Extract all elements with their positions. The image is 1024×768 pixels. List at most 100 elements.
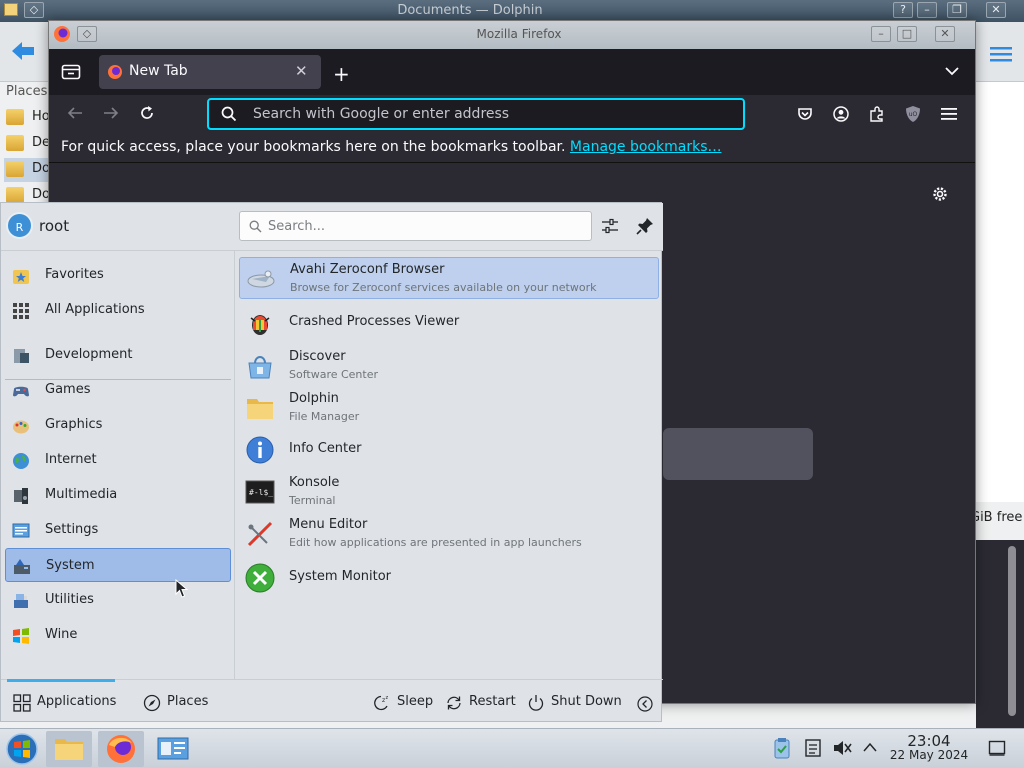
volume-muted-icon[interactable] bbox=[832, 738, 852, 758]
category-internet[interactable]: Internet bbox=[5, 443, 231, 477]
close-button[interactable]: ✕ bbox=[935, 26, 955, 42]
start-menu-button[interactable] bbox=[0, 731, 46, 767]
configure-sliders-icon[interactable] bbox=[601, 217, 619, 235]
folder-icon bbox=[245, 393, 275, 423]
search-placeholder: Search... bbox=[268, 219, 326, 234]
folder-icon bbox=[6, 161, 24, 177]
file-view[interactable] bbox=[976, 82, 1024, 502]
search-box-placeholder[interactable] bbox=[663, 428, 813, 480]
maximize-button[interactable]: □ bbox=[897, 26, 917, 42]
keep-above-button[interactable]: ◇ bbox=[77, 26, 97, 42]
category-system[interactable]: System bbox=[5, 548, 231, 582]
more-options-chevron-icon[interactable] bbox=[637, 696, 653, 712]
tab-places[interactable]: Places bbox=[143, 687, 213, 717]
places-heading: Places bbox=[6, 84, 48, 99]
category-settings[interactable]: Settings bbox=[5, 513, 231, 547]
search-icon bbox=[249, 220, 262, 233]
firefox-window-title: Mozilla Firefox bbox=[476, 27, 562, 41]
app-menu-editor[interactable]: Menu Editor Edit how applications are pr… bbox=[239, 513, 659, 555]
app-system-monitor[interactable]: System Monitor bbox=[239, 557, 659, 599]
minimize-button[interactable]: – bbox=[917, 2, 937, 18]
category-utilities[interactable]: Utilities bbox=[5, 583, 231, 617]
taskbar-dolphin[interactable] bbox=[46, 731, 92, 767]
compass-icon bbox=[143, 694, 161, 712]
category-multimedia[interactable]: Multimedia bbox=[5, 478, 231, 512]
application-list: Avahi Zeroconf Browser Browse for Zeroco… bbox=[237, 253, 661, 679]
category-games[interactable]: Games bbox=[5, 373, 231, 407]
close-button[interactable]: ✕ bbox=[986, 2, 1006, 18]
pin-icon[interactable] bbox=[636, 217, 654, 235]
hamburger-menu-icon[interactable] bbox=[990, 46, 1012, 62]
firefox-titlebar[interactable]: ◇ Mozilla Firefox – □ ✕ bbox=[49, 21, 975, 49]
pocket-icon[interactable] bbox=[797, 106, 813, 122]
gear-icon[interactable] bbox=[931, 185, 949, 203]
app-dolphin[interactable]: Dolphin File Manager bbox=[239, 387, 659, 429]
tab-label: New Tab bbox=[129, 63, 188, 79]
mouse-cursor-icon bbox=[175, 579, 189, 599]
maximize-button[interactable]: ❐ bbox=[947, 2, 967, 18]
app-discover[interactable]: Discover Software Center bbox=[239, 345, 659, 387]
place-home[interactable]: Home bbox=[4, 106, 52, 130]
launcher-header: R root Search... bbox=[1, 203, 663, 251]
new-tab-plus-icon[interactable]: + bbox=[333, 62, 350, 86]
back-icon[interactable] bbox=[67, 106, 83, 120]
manage-bookmarks-link[interactable]: Manage bookmarks… bbox=[570, 139, 722, 155]
back-arrow-icon[interactable] bbox=[10, 40, 36, 62]
show-desktop-icon[interactable] bbox=[988, 739, 1006, 757]
place-desktop[interactable]: Desktop bbox=[4, 132, 52, 156]
tab-new-tab[interactable]: New Tab ✕ bbox=[99, 55, 321, 89]
sleep-button[interactable]: zz Sleep bbox=[373, 687, 435, 717]
taskbar-firefox[interactable] bbox=[98, 731, 144, 767]
bug-icon bbox=[245, 308, 275, 338]
help-button[interactable]: ? bbox=[893, 2, 913, 18]
bookmarks-hint: For quick access, place your bookmarks h… bbox=[61, 139, 721, 155]
minimize-button[interactable]: – bbox=[871, 26, 891, 42]
firefox-view-icon[interactable] bbox=[61, 64, 81, 80]
close-tab-icon[interactable]: ✕ bbox=[295, 62, 308, 80]
launcher-search-input[interactable]: Search... bbox=[239, 211, 592, 241]
keep-above-button[interactable]: ◇ bbox=[24, 2, 44, 18]
category-favorites[interactable]: Favorites bbox=[5, 258, 231, 292]
url-bar[interactable]: Search with Google or enter address bbox=[207, 98, 745, 130]
clipboard-tray-icon[interactable] bbox=[772, 737, 792, 759]
list-tabs-chevron-icon[interactable] bbox=[945, 66, 959, 76]
show-hidden-icons-chevron-icon[interactable] bbox=[862, 741, 878, 753]
reload-icon[interactable] bbox=[139, 105, 155, 121]
app-avahi-zeroconf-browser[interactable]: Avahi Zeroconf Browser Browse for Zeroco… bbox=[239, 257, 659, 299]
ublock-shield-icon[interactable]: uO bbox=[905, 105, 921, 123]
category-development[interactable]: Development bbox=[5, 338, 231, 372]
dolphin-titlebar[interactable]: ◇ Documents — Dolphin ? – ❐ ✕ bbox=[0, 0, 1024, 22]
app-info-center[interactable]: Info Center bbox=[239, 429, 659, 471]
active-tab-indicator bbox=[7, 679, 115, 682]
avatar[interactable]: R bbox=[6, 212, 33, 239]
games-icon bbox=[11, 381, 31, 401]
place-documents[interactable]: Documents bbox=[4, 158, 52, 182]
clock-date[interactable]: 22 May 2024 bbox=[885, 748, 973, 762]
restart-button[interactable]: Restart bbox=[445, 687, 517, 717]
restart-icon bbox=[445, 694, 463, 712]
extensions-icon[interactable] bbox=[869, 106, 885, 122]
svg-text:z: z bbox=[386, 695, 389, 701]
forward-icon[interactable] bbox=[103, 106, 119, 120]
graphics-icon bbox=[11, 416, 31, 436]
terminal-panel bbox=[976, 540, 1024, 730]
application-launcher: R root Search... Favorites All Applicati… bbox=[0, 202, 663, 722]
category-graphics[interactable]: Graphics bbox=[5, 408, 231, 442]
notes-tray-icon[interactable] bbox=[804, 738, 822, 758]
navigation-toolbar: Search with Google or enter address uO bbox=[49, 95, 975, 133]
app-konsole[interactable]: #-l$_ Konsole Terminal bbox=[239, 471, 659, 513]
shut-down-button[interactable]: Shut Down bbox=[527, 687, 623, 717]
svg-text:#-l$_: #-l$_ bbox=[249, 488, 273, 497]
category-all-applications[interactable]: All Applications bbox=[5, 293, 231, 327]
firefox-icon bbox=[107, 64, 123, 80]
svg-text:uO: uO bbox=[909, 111, 918, 118]
taskbar: 23:04 22 May 2024 bbox=[0, 728, 1024, 768]
tab-applications[interactable]: Applications bbox=[13, 687, 117, 717]
folder-icon bbox=[6, 109, 24, 125]
account-icon[interactable] bbox=[833, 106, 849, 122]
taskbar-system-settings[interactable] bbox=[150, 731, 196, 767]
app-crashed-processes-viewer[interactable]: Crashed Processes Viewer bbox=[239, 302, 659, 344]
category-wine[interactable]: Wine bbox=[5, 618, 231, 652]
scrollbar[interactable] bbox=[1008, 546, 1016, 716]
app-menu-icon[interactable] bbox=[941, 107, 957, 121]
